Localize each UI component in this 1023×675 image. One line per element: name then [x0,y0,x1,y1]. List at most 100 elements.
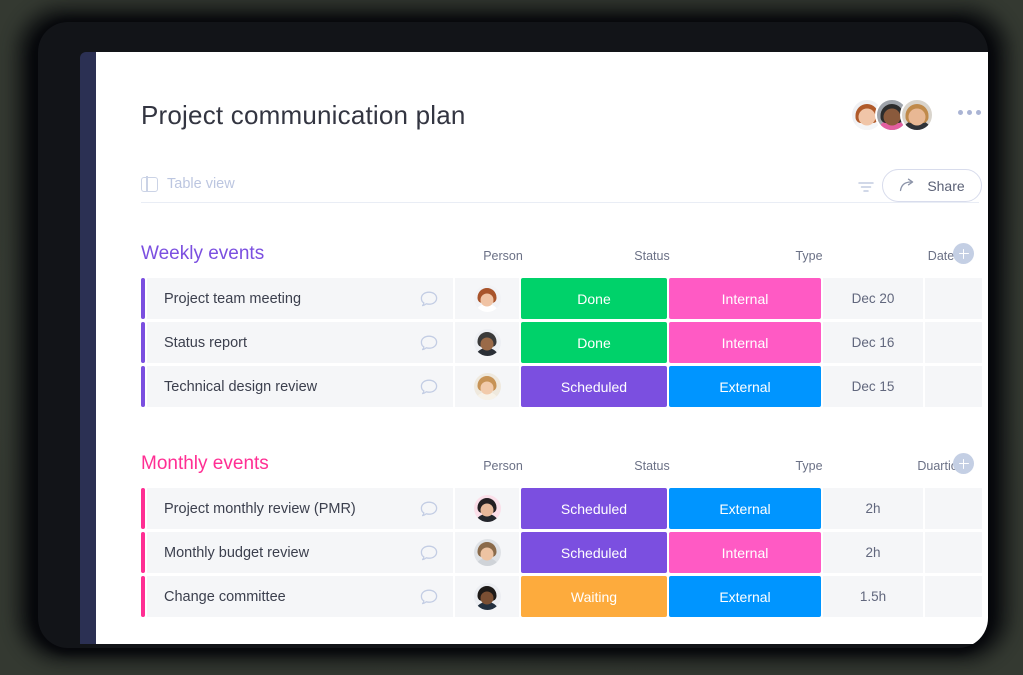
share-button[interactable]: Share [882,169,982,202]
row-name-label: Project team meeting [164,290,302,307]
row-accent-bar [141,576,145,617]
column-header[interactable]: Status [579,459,725,473]
table-row[interactable]: Change committee Waiting External 1.5h [141,576,982,617]
dot [967,110,972,115]
avatar[interactable] [900,98,934,132]
chat-bubble-icon[interactable] [419,290,439,308]
avatar [473,285,501,312]
row-accent-bar [141,488,145,529]
row-name-label: Monthly budget review [164,544,310,561]
row-name-cell[interactable]: Project monthly review (PMR) [147,488,453,529]
empty-cell[interactable] [925,576,982,617]
dot [976,110,981,115]
column-header[interactable]: Type [733,249,885,263]
person-cell[interactable] [455,576,519,617]
status-badge[interactable]: Done [521,278,667,319]
avatar-face [480,591,494,605]
avatar-face [480,547,494,561]
avatar [473,329,501,356]
type-badge[interactable]: Internal [669,532,821,573]
header-divider [141,202,979,203]
chat-bubble-icon[interactable] [419,334,439,352]
group-rows: Project team meeting Done Internal Dec 20 St… [141,278,982,410]
device-frame: Project communication plan Share Table v… [38,22,988,648]
table-row[interactable]: Monthly budget review Scheduled Internal 2h [141,532,982,573]
chat-bubble-icon[interactable] [419,588,439,606]
tab-table-view[interactable]: Table view [141,175,235,193]
row-name-label: Status report [164,334,248,351]
empty-cell[interactable] [925,322,982,363]
chat-bubble-icon[interactable] [419,378,439,396]
row-accent-bar [141,322,145,363]
column-header[interactable]: Person [471,249,535,263]
empty-cell[interactable] [925,366,982,407]
column-headers: Person Status Type Date [141,243,981,267]
row-name-label: Project monthly review (PMR) [164,500,356,517]
row-name-label: Change committee [164,588,286,605]
row-name-cell[interactable]: Technical design review [147,366,453,407]
avatar-face [883,108,901,126]
row-name-cell[interactable]: Status report [147,322,453,363]
share-arrow-icon [900,178,914,192]
avatar-face [858,108,876,126]
column-header[interactable]: Status [579,249,725,263]
table-row[interactable]: Project monthly review (PMR) Scheduled Ext… [141,488,982,529]
row-accent-bar [141,278,145,319]
row-name-cell[interactable]: Monthly budget review [147,532,453,573]
avatar [473,373,501,400]
date-cell[interactable]: Dec 16 [823,322,923,363]
person-cell[interactable] [455,532,519,573]
date-cell[interactable]: Dec 20 [823,278,923,319]
column-header[interactable]: Person [471,459,535,473]
status-badge[interactable]: Scheduled [521,488,667,529]
date-cell[interactable]: 1.5h [823,576,923,617]
date-cell[interactable]: Dec 15 [823,366,923,407]
avatar-face [480,503,494,517]
table-view-icon [141,175,158,193]
avatar-face [480,293,494,307]
status-badge[interactable]: Done [521,322,667,363]
table-row[interactable]: Status report Done Internal Dec 16 [141,322,982,363]
column-header[interactable]: Type [733,459,885,473]
chat-bubble-icon[interactable] [419,544,439,562]
avatar [473,583,501,610]
person-cell[interactable] [455,278,519,319]
status-badge[interactable]: Scheduled [521,366,667,407]
avatar [473,539,501,566]
more-horizontal-icon[interactable] [958,110,981,115]
type-badge[interactable]: Internal [669,278,821,319]
person-cell[interactable] [455,366,519,407]
table-row[interactable]: Technical design review Scheduled External… [141,366,982,407]
row-accent-bar [141,366,145,407]
column-headers: Person Status Type Duartion [141,453,981,477]
avatar [473,495,501,522]
empty-cell[interactable] [925,488,982,529]
filter-icon[interactable] [858,180,874,194]
board-members [850,98,934,132]
date-cell[interactable]: 2h [823,488,923,529]
avatar-face [480,381,494,395]
status-badge[interactable]: Scheduled [521,532,667,573]
chat-bubble-icon[interactable] [419,500,439,518]
type-badge[interactable]: External [669,488,821,529]
empty-cell[interactable] [925,532,982,573]
row-name-label: Technical design review [164,378,318,395]
date-cell[interactable]: 2h [823,532,923,573]
add-column-button[interactable] [953,243,974,264]
person-cell[interactable] [455,322,519,363]
person-cell[interactable] [455,488,519,529]
screenshot-scene: Project communication plan Share Table v… [0,0,1023,675]
dot [958,110,963,115]
row-name-cell[interactable]: Change committee [147,576,453,617]
table-row[interactable]: Project team meeting Done Internal Dec 20 [141,278,982,319]
row-accent-bar [141,532,145,573]
avatar-face [908,108,926,126]
row-name-cell[interactable]: Project team meeting [147,278,453,319]
tab-table-view-label: Table view [167,176,235,192]
add-column-button[interactable] [953,453,974,474]
type-badge[interactable]: External [669,366,821,407]
type-badge[interactable]: External [669,576,821,617]
empty-cell[interactable] [925,278,982,319]
type-badge[interactable]: Internal [669,322,821,363]
status-badge[interactable]: Waiting [521,576,667,617]
